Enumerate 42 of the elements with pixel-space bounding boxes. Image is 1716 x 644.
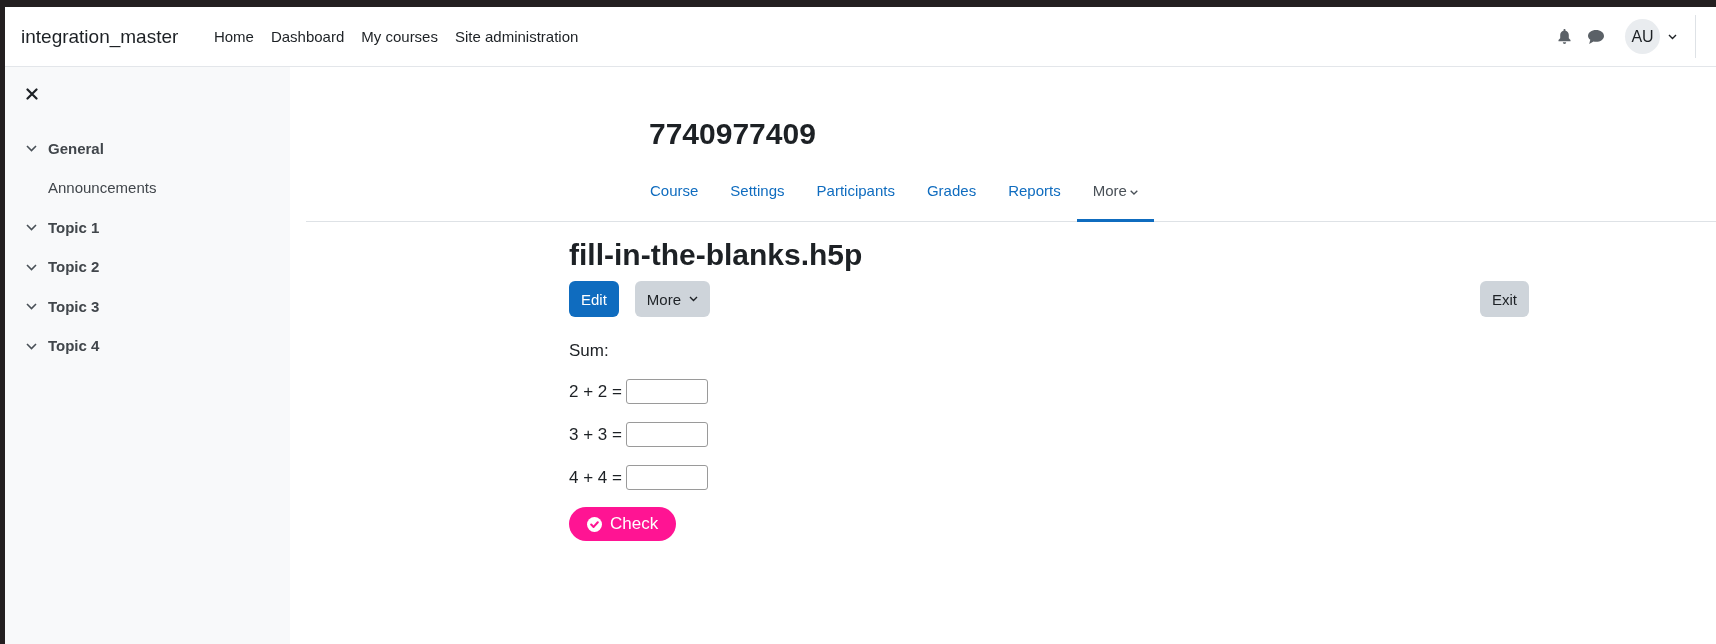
chevron-down-icon[interactable] <box>26 224 37 232</box>
caret-down-icon <box>1129 189 1138 195</box>
answer-field[interactable] <box>625 422 708 447</box>
activity-link[interactable]: Announcements <box>48 178 157 199</box>
check-circle-icon <box>587 516 602 532</box>
answer-field[interactable] <box>625 465 708 490</box>
nav-link[interactable]: Site administration <box>446 23 587 50</box>
primary-button[interactable]: Edit <box>569 281 619 317</box>
course-tab[interactable]: Settings <box>714 173 801 222</box>
nav-link[interactable]: Dashboard <box>262 23 353 50</box>
section-link[interactable]: Topic 4 <box>48 336 100 357</box>
dropdown-button[interactable]: More <box>634 281 711 317</box>
course-title: 7740977409 <box>649 117 816 151</box>
site-name[interactable]: integration_master <box>21 24 179 49</box>
caret-down-icon[interactable] <box>1668 33 1677 40</box>
section-link[interactable]: Topic 2 <box>48 257 100 278</box>
equation-text: 4 + 4 = <box>569 467 622 488</box>
course-tab[interactable]: Reports <box>992 173 1077 222</box>
course-tab[interactable]: Course <box>634 173 715 222</box>
equation-text: 3 + 3 = <box>569 424 622 445</box>
course-tab[interactable]: Grades <box>910 173 993 222</box>
equation-text: 2 + 2 = <box>569 381 622 402</box>
chevron-down-icon[interactable] <box>26 303 37 311</box>
section-link[interactable]: Topic 1 <box>48 217 100 238</box>
nav-link[interactable]: My courses <box>352 23 447 50</box>
exit-button[interactable]: Exit <box>1480 281 1529 317</box>
bell-icon[interactable] <box>1558 29 1571 44</box>
check-button[interactable]: Check <box>569 507 677 541</box>
user-avatar[interactable]: AU <box>1625 19 1660 54</box>
close-icon[interactable] <box>26 88 38 100</box>
chevron-down-icon[interactable] <box>26 145 37 153</box>
section-link[interactable]: Topic 3 <box>48 296 100 317</box>
answer-field[interactable] <box>625 379 708 404</box>
course-tab[interactable]: More <box>1076 173 1154 222</box>
nav-link[interactable]: Home <box>205 23 263 50</box>
question-text: Sum: <box>569 341 609 361</box>
chat-bubble-icon[interactable] <box>1588 29 1604 44</box>
course-tab[interactable]: Participants <box>800 173 911 222</box>
activity-title: fill-in-the-blanks.h5p <box>569 237 863 273</box>
chevron-down-icon[interactable] <box>26 342 37 350</box>
chevron-down-icon[interactable] <box>26 263 37 271</box>
section-link[interactable]: General <box>48 138 104 159</box>
